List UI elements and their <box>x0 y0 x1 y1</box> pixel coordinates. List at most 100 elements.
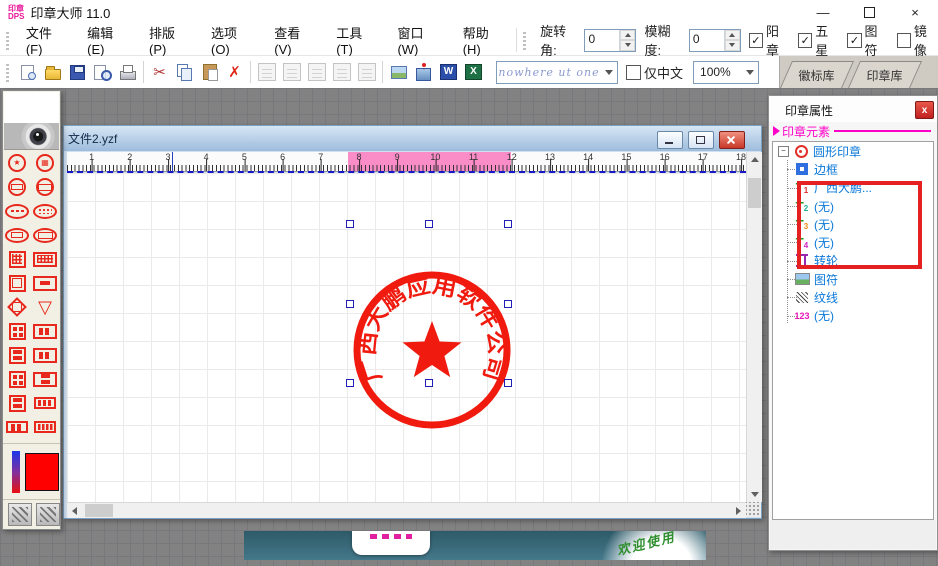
selection-handle[interactable] <box>504 220 512 228</box>
image-tool-icon[interactable] <box>36 503 60 526</box>
save-file-button[interactable] <box>65 60 90 85</box>
horizontal-scrollbar[interactable] <box>67 502 746 518</box>
square-grid-button[interactable] <box>3 247 31 271</box>
template-tool-icon[interactable] <box>8 503 32 526</box>
tree-item-symbol[interactable]: 图符 <box>773 270 933 288</box>
rect-rows-button[interactable] <box>31 367 59 391</box>
checkbox-icon[interactable] <box>749 33 763 48</box>
cut-button[interactable]: ✂ <box>147 60 172 85</box>
tree-item-rotor[interactable]: 转轮 <box>773 252 933 270</box>
blur-spinner[interactable]: 0 <box>689 29 741 52</box>
square-quad-button[interactable] <box>3 319 31 343</box>
chevron-down-icon[interactable] <box>601 62 617 83</box>
export-word-button[interactable]: W <box>436 60 461 85</box>
canvas[interactable]: 广西大鹏应用软件公司 <box>67 173 746 502</box>
tree-item-text-4[interactable]: T4(无) <box>773 233 933 251</box>
ellipse-wide-bar-button[interactable] <box>31 223 59 247</box>
scroll-left-icon[interactable] <box>67 503 82 518</box>
checkbox-icon[interactable] <box>897 33 911 48</box>
selection-handle[interactable] <box>346 379 354 387</box>
circle-block-button[interactable]: ▦ <box>31 151 59 175</box>
square-rows-button[interactable] <box>3 391 31 415</box>
square-inner-button[interactable] <box>3 271 31 295</box>
scroll-up-icon[interactable] <box>747 152 762 167</box>
scroll-down-icon[interactable] <box>747 487 762 502</box>
tab-徽标库[interactable]: 徽标库 <box>780 61 854 88</box>
tree-item-border[interactable]: 边框 <box>773 160 933 178</box>
rect-bar-button[interactable] <box>31 271 59 295</box>
ellipse-dash-button[interactable] <box>3 199 31 223</box>
mirror-checkbox[interactable]: 镜像 <box>897 21 938 59</box>
selection-handle[interactable] <box>425 220 433 228</box>
resize-grip[interactable] <box>746 502 761 517</box>
rect-three-cells-button[interactable] <box>31 391 59 415</box>
spin-down-icon[interactable] <box>620 40 635 51</box>
selection-handle[interactable] <box>504 379 512 387</box>
only-chinese-checkbox[interactable]: 仅中文 <box>626 63 683 82</box>
export-excel-button[interactable]: X <box>461 60 486 85</box>
new-document-button[interactable] <box>15 60 40 85</box>
current-color-swatch[interactable] <box>25 453 59 491</box>
selection-handle[interactable] <box>504 300 512 308</box>
print-button[interactable] <box>115 60 140 85</box>
rect-grid-button[interactable] <box>31 247 59 271</box>
open-file-button[interactable] <box>40 60 65 85</box>
vertical-scroll-thumb[interactable] <box>748 178 761 208</box>
vertical-scrollbar[interactable] <box>746 152 762 502</box>
five-star-checkbox[interactable]: 五星 <box>798 21 839 59</box>
rect-two-cells-button[interactable] <box>3 415 31 439</box>
tree-item-number[interactable]: 123(无) <box>773 307 933 325</box>
rect-cols-button[interactable] <box>31 319 59 343</box>
rect-two-bars-button[interactable] <box>31 343 59 367</box>
rotation-spinner[interactable]: 0 <box>584 29 636 52</box>
tree-item-text-2[interactable]: T2(无) <box>773 197 933 215</box>
print-preview-button[interactable] <box>90 60 115 85</box>
ellipse-dots-button[interactable] <box>31 199 59 223</box>
spin-up-icon[interactable] <box>725 30 740 41</box>
spin-up-icon[interactable] <box>620 30 635 41</box>
circle-wide-bar-button[interactable] <box>31 175 59 199</box>
yang-seal-checkbox[interactable]: 阳章 <box>749 21 790 59</box>
tab-印章库[interactable]: 印章库 <box>848 61 922 88</box>
rotation-value[interactable]: 0 <box>585 30 619 51</box>
checkbox-icon[interactable] <box>847 33 861 48</box>
document-titlebar[interactable]: 文件2.yzf <box>64 126 761 151</box>
scroll-right-icon[interactable] <box>731 503 746 518</box>
delete-button[interactable]: ✗ <box>222 60 247 85</box>
selection-handle[interactable] <box>346 300 354 308</box>
tree-item-texture-lines[interactable]: 纹线 <box>773 288 933 306</box>
square-halves-button[interactable] <box>3 343 31 367</box>
square-cells-button[interactable] <box>3 367 31 391</box>
collapse-icon[interactable]: − <box>778 146 789 157</box>
checkbox-icon[interactable] <box>626 65 641 80</box>
zoom-combobox[interactable]: 100% <box>693 61 759 84</box>
ellipse-bar-button[interactable] <box>3 223 31 247</box>
doc-restore-button[interactable] <box>688 131 714 149</box>
circle-star-button[interactable]: ★ <box>3 151 31 175</box>
toolbar-grip[interactable] <box>6 62 9 82</box>
tree-item-text-1[interactable]: T1广西大鹏... <box>773 179 933 197</box>
doc-close-button[interactable] <box>719 131 745 149</box>
menubar-grip[interactable] <box>6 30 9 50</box>
gradient-color-bar[interactable] <box>12 451 20 493</box>
tree-item-round-seal[interactable]: −圆形印章 <box>773 142 933 160</box>
selection-handle[interactable] <box>425 379 433 387</box>
panel-close-button[interactable]: x <box>915 101 934 119</box>
tree-item-text-3[interactable]: T3(无) <box>773 215 933 233</box>
seal-graphic[interactable]: 广西大鹏应用软件公司 <box>348 266 516 434</box>
horizontal-scroll-thumb[interactable] <box>85 504 113 517</box>
rect-four-bars-button[interactable] <box>31 415 59 439</box>
checkbox-icon[interactable] <box>798 33 812 48</box>
circle-bar-button[interactable] <box>3 175 31 199</box>
font-combobox[interactable]: nowhere ut one <box>496 61 618 84</box>
paste-button[interactable] <box>197 60 222 85</box>
diamond-button[interactable] <box>3 295 31 319</box>
optionbar-grip[interactable] <box>523 30 526 50</box>
copy-button[interactable] <box>172 60 197 85</box>
blur-value[interactable]: 0 <box>690 30 724 51</box>
insert-pin-button[interactable] <box>411 60 436 85</box>
insert-image-button[interactable] <box>386 60 411 85</box>
chevron-down-icon[interactable] <box>742 62 758 83</box>
symbol-checkbox[interactable]: 图符 <box>847 21 888 59</box>
spin-down-icon[interactable] <box>725 40 740 51</box>
